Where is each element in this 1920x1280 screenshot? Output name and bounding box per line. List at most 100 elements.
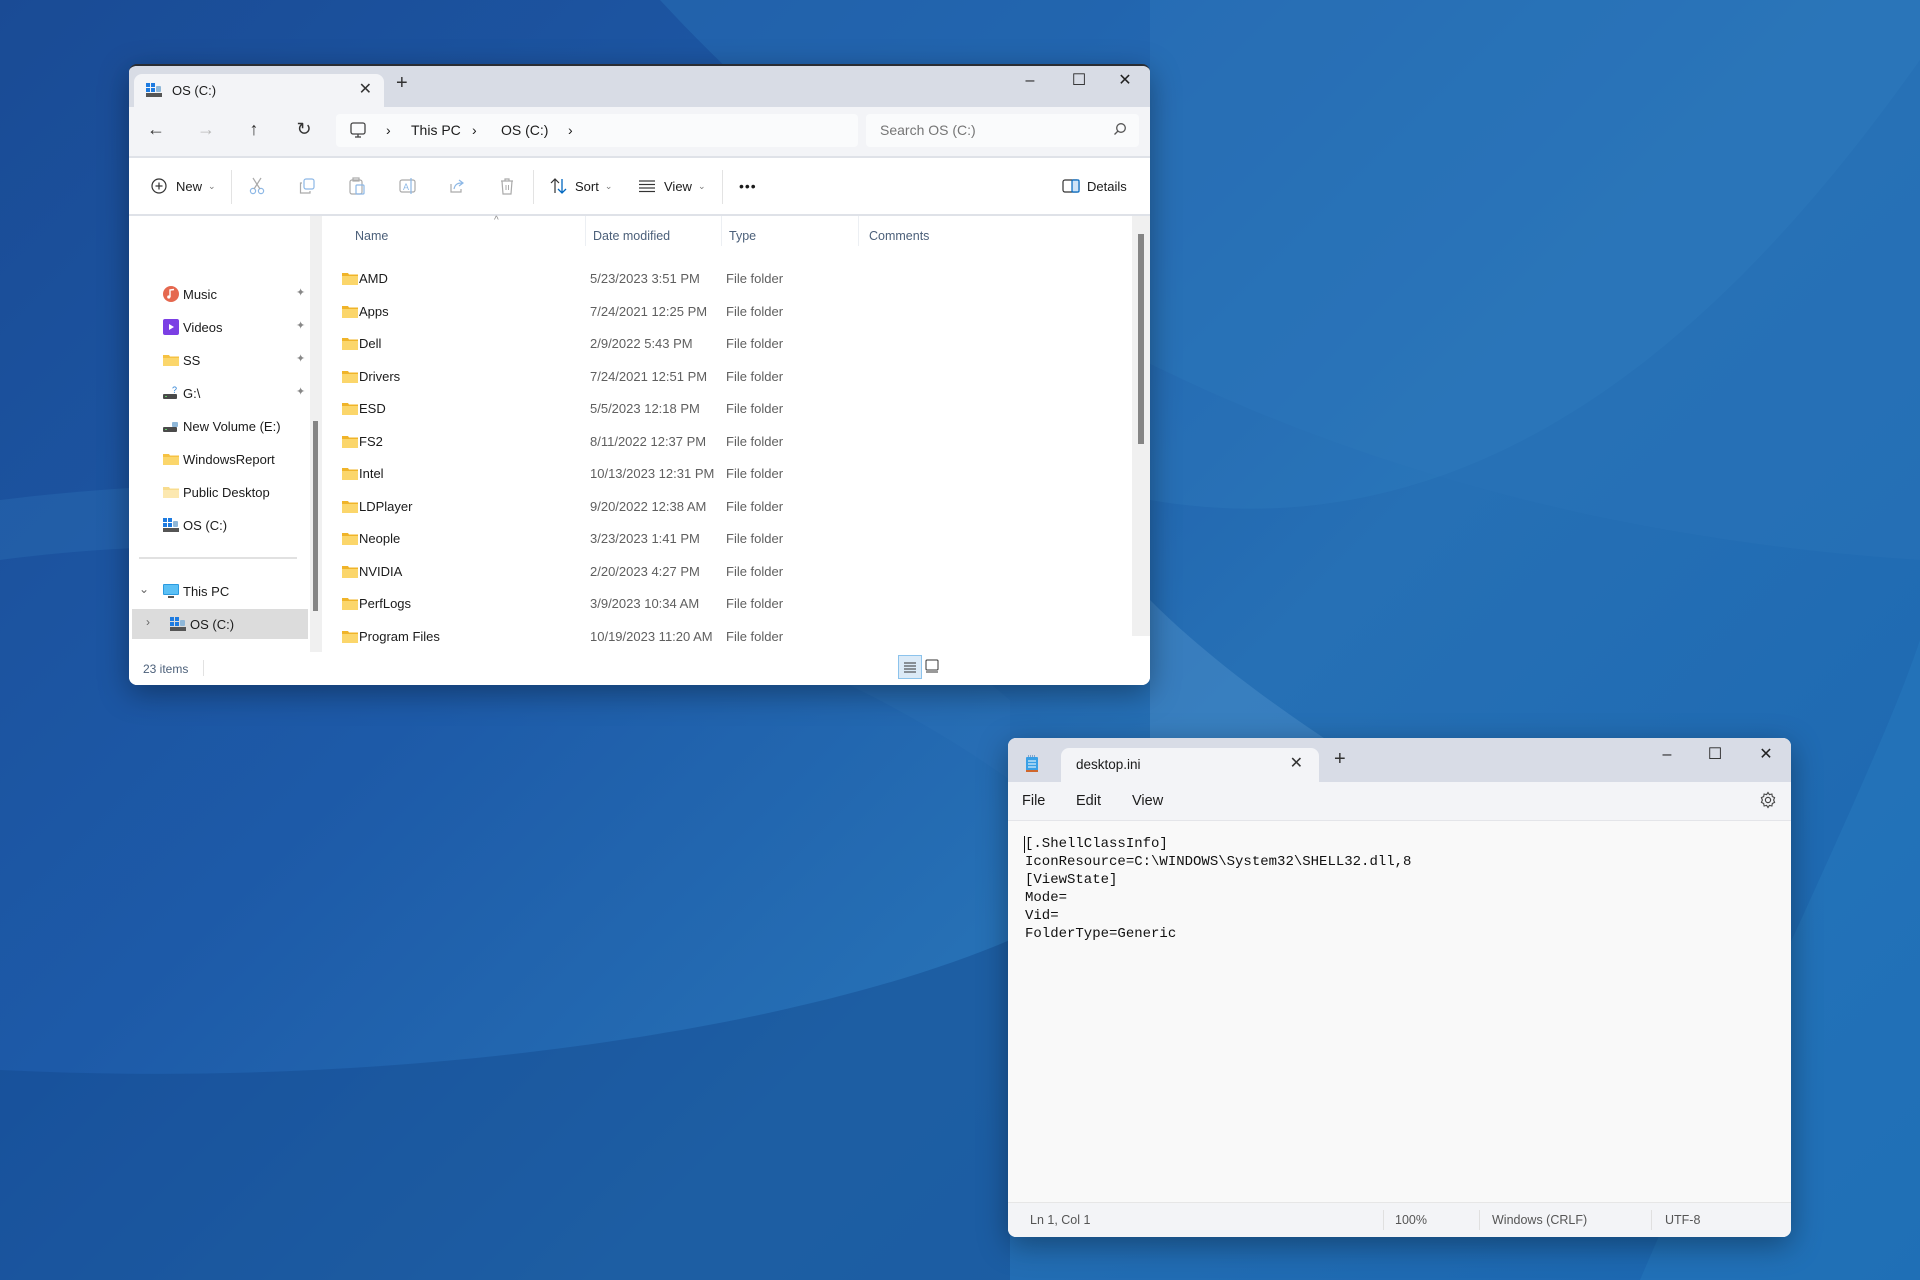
- refresh-button[interactable]: ↻: [291, 119, 317, 140]
- copy-button[interactable]: [299, 174, 315, 198]
- document-content[interactable]: [.ShellClassInfo] IconResource=C:\WINDOW…: [1025, 835, 1411, 943]
- pin-icon: ✦: [296, 287, 306, 299]
- settings-gear-icon[interactable]: [1759, 791, 1777, 809]
- new-tab-button[interactable]: +: [396, 72, 408, 95]
- status-bar: Ln 1, Col 1 100% Windows (CRLF) UTF-8: [1008, 1202, 1791, 1237]
- search-input[interactable]: [878, 121, 1102, 139]
- file-row[interactable]: PerfLogs 3/9/2023 10:34 AM File folder: [322, 589, 1122, 619]
- file-type: File folder: [726, 303, 784, 319]
- view-button[interactable]: View ⌄: [639, 174, 706, 198]
- copy-icon: [299, 178, 315, 194]
- sidebar-item-new-volume-e[interactable]: New Volume (E:): [129, 411, 309, 441]
- title-bar: OS (C:) ✕ + – ☐ ✕: [129, 66, 1150, 108]
- back-button[interactable]: ←: [143, 119, 169, 140]
- sidebar-item-os-c[interactable]: OS (C:): [129, 510, 309, 540]
- address-bar[interactable]: › This PC › OS (C:) ›: [336, 114, 858, 147]
- file-name: FS2: [359, 433, 383, 449]
- file-date-modified: 2/20/2023 4:27 PM: [590, 563, 700, 579]
- breadcrumb-separator: ›: [386, 122, 391, 138]
- file-row[interactable]: Neople 3/23/2023 1:41 PM File folder: [322, 524, 1122, 554]
- file-row[interactable]: FS2 8/11/2022 12:37 PM File folder: [322, 427, 1122, 457]
- file-name: Apps: [359, 303, 389, 319]
- column-header-comments[interactable]: Comments: [869, 229, 929, 243]
- breadcrumb-os-c[interactable]: OS (C:): [501, 122, 548, 138]
- file-row[interactable]: AMD 5/23/2023 3:51 PM File folder: [322, 264, 1122, 294]
- column-header-date-modified[interactable]: Date modified: [593, 229, 670, 243]
- menu-file[interactable]: File: [1022, 793, 1045, 809]
- command-bar: New ⌄ A Sort ⌄ View ⌄ ••• Details: [129, 158, 1150, 216]
- close-tab-icon[interactable]: ✕: [359, 79, 372, 99]
- delete-button[interactable]: [499, 174, 515, 198]
- minimize-button[interactable]: –: [1644, 740, 1690, 770]
- scissors-icon: [249, 177, 265, 195]
- column-divider[interactable]: [858, 216, 859, 246]
- close-tab-icon[interactable]: ✕: [1290, 753, 1303, 773]
- forward-button[interactable]: →: [193, 119, 219, 140]
- minimize-button[interactable]: –: [1007, 66, 1053, 96]
- more-options-button[interactable]: •••: [739, 174, 757, 198]
- file-row[interactable]: Apps 7/24/2021 12:25 PM File folder: [322, 297, 1122, 327]
- share-button[interactable]: [449, 174, 465, 198]
- line-ending[interactable]: Windows (CRLF): [1492, 1213, 1587, 1227]
- sidebar-item-this-pc[interactable]: ⌄ This PC: [129, 576, 309, 606]
- close-button[interactable]: ✕: [1743, 740, 1789, 770]
- scrollbar-thumb[interactable]: [313, 421, 318, 611]
- chevron-down-icon[interactable]: ⌄: [139, 582, 149, 596]
- file-row[interactable]: ESD 5/5/2023 12:18 PM File folder: [322, 394, 1122, 424]
- sidebar-item-windowsreport[interactable]: WindowsReport: [129, 444, 309, 474]
- tab-desktop-ini[interactable]: desktop.ini ✕: [1061, 748, 1319, 782]
- large-icons-view-button[interactable]: [921, 655, 943, 677]
- windows-drive-icon: [170, 617, 186, 631]
- sidebar-item-public-desktop[interactable]: Public Desktop: [129, 477, 309, 507]
- rename-button[interactable]: A: [399, 174, 417, 198]
- maximize-button[interactable]: ☐: [1692, 740, 1738, 770]
- maximize-button[interactable]: ☐: [1056, 66, 1102, 96]
- new-tab-button[interactable]: +: [1334, 748, 1346, 771]
- menu-view[interactable]: View: [1132, 793, 1163, 809]
- sidebar-item-g-drive[interactable]: ? G:\ ✦: [129, 378, 309, 408]
- file-row[interactable]: Dell 2/9/2022 5:43 PM File folder: [322, 329, 1122, 359]
- menu-edit[interactable]: Edit: [1076, 793, 1101, 809]
- column-header-name[interactable]: Name: [355, 229, 388, 243]
- folder-icon: [342, 435, 358, 448]
- file-date-modified: 7/24/2021 12:51 PM: [590, 368, 708, 384]
- sidebar-item-videos[interactable]: Videos ✦: [129, 312, 309, 342]
- encoding[interactable]: UTF-8: [1665, 1213, 1700, 1227]
- file-row[interactable]: NVIDIA 2/20/2023 4:27 PM File folder: [322, 557, 1122, 587]
- details-pane-button[interactable]: Details: [1062, 174, 1127, 198]
- file-row[interactable]: Program Files 10/19/2023 11:20 AM File fol…: [322, 622, 1122, 652]
- details-view-button[interactable]: [898, 655, 922, 679]
- folder-icon: [163, 454, 179, 465]
- column-divider[interactable]: [585, 216, 586, 246]
- file-date-modified: 3/23/2023 1:41 PM: [590, 531, 700, 546]
- cut-button[interactable]: [249, 174, 265, 198]
- new-button[interactable]: New ⌄: [151, 174, 216, 198]
- sidebar-item-os-c-drive[interactable]: › OS (C:): [132, 609, 308, 639]
- windows-drive-icon: [146, 83, 162, 97]
- close-button[interactable]: ✕: [1102, 66, 1148, 96]
- breadcrumb-expand-chevron[interactable]: ›: [568, 122, 573, 138]
- search-box[interactable]: [866, 114, 1139, 147]
- text-editor-area[interactable]: [.ShellClassInfo] IconResource=C:\WINDOW…: [1008, 821, 1791, 1201]
- up-button[interactable]: ↑: [241, 119, 267, 140]
- folder-icon: [342, 273, 358, 285]
- breadcrumb-this-pc[interactable]: This PC: [411, 122, 461, 138]
- file-explorer-window: OS (C:) ✕ + – ☐ ✕ ← → ↑ ↻ › This PC › OS…: [129, 64, 1150, 685]
- column-header-type[interactable]: Type: [729, 229, 756, 243]
- sidebar-item-music[interactable]: Music ✦: [129, 279, 309, 309]
- file-list-vertical-scrollbar[interactable]: [1132, 216, 1150, 636]
- details-view-icon: [904, 662, 916, 673]
- chevron-right-icon[interactable]: ›: [146, 615, 150, 629]
- file-row[interactable]: Drivers 7/24/2021 12:51 PM File folder: [322, 362, 1122, 392]
- tab-os-c[interactable]: OS (C:) ✕: [134, 74, 384, 108]
- sidebar-item-ss[interactable]: SS ✦: [129, 345, 309, 375]
- column-divider[interactable]: [721, 216, 722, 246]
- scrollbar-thumb[interactable]: [1138, 234, 1144, 444]
- sidebar-scrollbar[interactable]: [310, 216, 322, 652]
- sort-button[interactable]: Sort ⌄: [550, 174, 612, 198]
- zoom-level[interactable]: 100%: [1395, 1213, 1427, 1227]
- file-row[interactable]: LDPlayer 9/20/2022 12:38 AM File folder: [322, 492, 1122, 522]
- file-row[interactable]: Intel 10/13/2023 12:31 PM File folder: [322, 459, 1122, 489]
- computer-icon: [350, 122, 366, 138]
- paste-button[interactable]: [349, 174, 365, 198]
